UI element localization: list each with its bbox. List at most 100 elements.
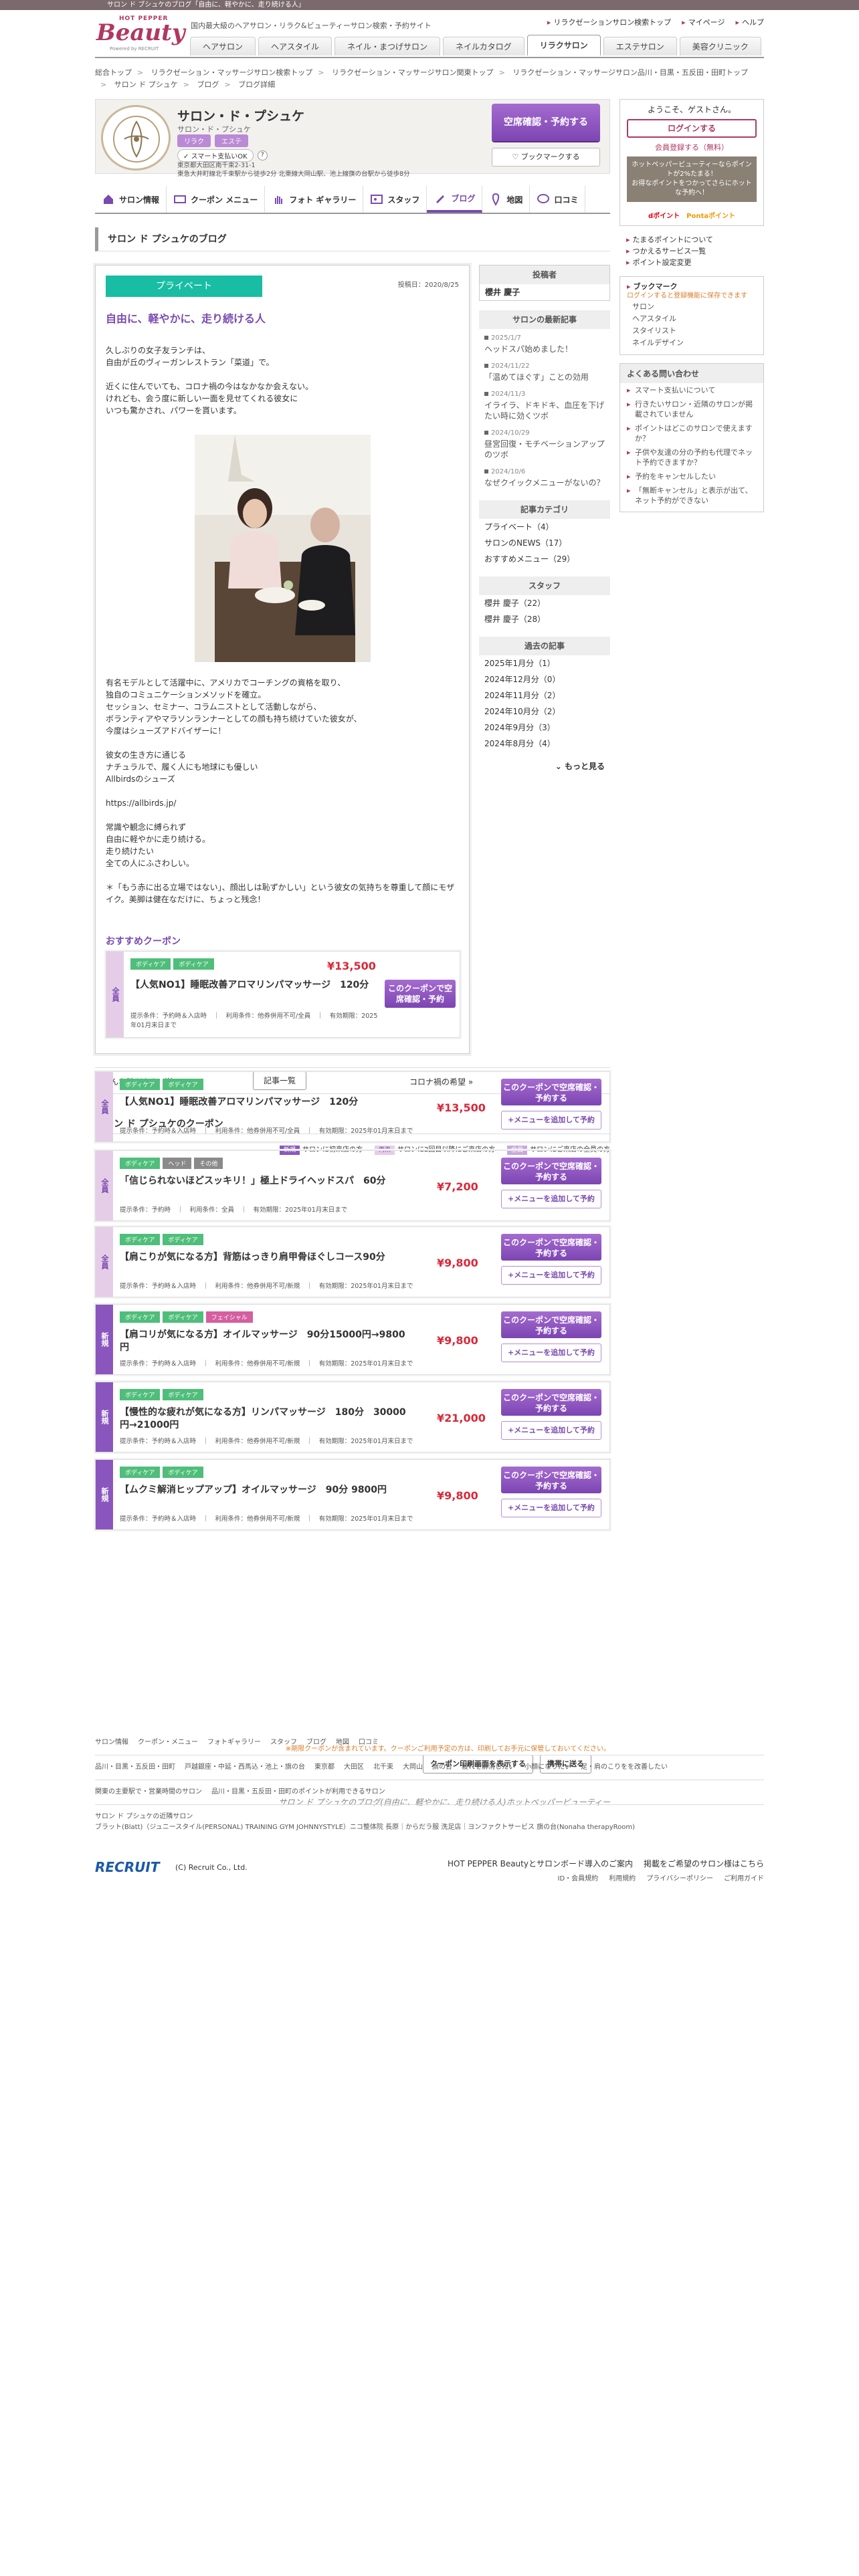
footer-link[interactable]: 戸越銀座・中延・西馬込・池上・旗の台 <box>185 1762 305 1773</box>
footer-link[interactable]: 品川・目黒・五反田・田町のポイントが利用できるサロン <box>211 1787 385 1798</box>
add-menu-button[interactable]: +メニューを追加して予約 <box>501 1421 601 1440</box>
category-link[interactable]: サロンのNEWS（17） <box>479 535 610 551</box>
gnav-relax[interactable]: リラクサロン <box>527 35 601 56</box>
coupon-name[interactable]: 【人気NO1】睡眠改善アロマリンパマッサージ 120分 <box>120 1096 414 1109</box>
footer-link[interactable]: 品川・目黒・五反田・田町 <box>95 1762 175 1773</box>
footer-link[interactable]: スタッフ <box>270 1737 297 1748</box>
coupon-name[interactable]: 【ムクミ解消ヒップアップ】オイルマッサージ 90分 9800円 <box>120 1484 414 1497</box>
breadcrumb-item[interactable]: 総合トップ <box>95 68 132 77</box>
points-link[interactable]: ポイント設定変更 <box>619 257 764 268</box>
bookmark-button[interactable]: ♡ ブックマークする <box>492 148 600 167</box>
footer-link[interactable]: 東京都 <box>314 1762 335 1773</box>
gnav-hair-style[interactable]: ヘアスタイル <box>258 37 332 56</box>
footer-link[interactable]: 大田区 <box>344 1762 364 1773</box>
footer-link[interactable]: 疲れを解消したい <box>462 1762 515 1773</box>
coupon-reserve-button[interactable]: このクーポンで空席確認・予約する <box>501 1234 601 1261</box>
faq-link[interactable]: 「無断キャンセル」と表示が出て、ネット予約ができない <box>620 484 763 508</box>
coupon-reserve-button[interactable]: このクーポンで空席確認・予約する <box>501 1158 601 1184</box>
coupon-reserve-button[interactable]: このクーポンで空席確認・予約する <box>501 1389 601 1416</box>
breadcrumb-item[interactable]: サロン ド プシュケ <box>114 80 178 89</box>
coupon-name[interactable]: 【肩コリが気になる方】オイルマッサージ 90分15000円→9800円 <box>120 1329 414 1354</box>
coupon-name[interactable]: 【人気NO1】睡眠改善アロマリンパマッサージ 120分 <box>130 978 371 992</box>
bookmark-item[interactable]: ネイルデザイン <box>620 337 763 349</box>
faq-link[interactable]: 予約をキャンセルしたい <box>620 469 763 484</box>
header-link-mypage[interactable]: マイページ <box>682 17 725 27</box>
coupon-reserve-button[interactable]: このクーポンで空席確認・予約する <box>501 1311 601 1338</box>
archive-link[interactable]: 2024年11月分（2） <box>479 687 610 704</box>
more-link[interactable]: ⌄ もっと見る <box>479 758 610 774</box>
points-link[interactable]: たまるポイントについて <box>619 234 764 245</box>
header-link-relax-top[interactable]: リラクゼーションサロン検索トップ <box>547 17 671 27</box>
external-link[interactable]: https://allbirds.jp/ <box>106 797 460 809</box>
gnav-hair-salon[interactable]: ヘアサロン <box>190 37 256 56</box>
bookmark-item[interactable]: スタイリスト <box>620 325 763 337</box>
faq-link[interactable]: ポイントはどこのサロンで使えますか？ <box>620 421 763 445</box>
nearby-salons[interactable]: ブラット(Blatt)（ジュニースタイル(PERSONAL) TRAINING … <box>95 1822 764 1833</box>
coupon-name[interactable]: 「信じられないほどスッキリ！」極上ドライヘッドスパ 60分 <box>120 1175 414 1188</box>
staff-link[interactable]: 櫻井 慶子（28） <box>479 611 610 627</box>
breadcrumb-item[interactable]: リラクゼーション・マッサージサロン関東トップ <box>332 68 494 77</box>
gnav-nail-catalog[interactable]: ネイルカタログ <box>443 37 524 56</box>
footer-link[interactable]: 旗の台 <box>432 1762 452 1773</box>
tab-salon-info[interactable]: サロン情報 <box>95 186 167 213</box>
faq-link[interactable]: 子供や友達の分の予約も代理でネット予約できますか？ <box>620 445 763 469</box>
footer-link[interactable]: クーポン・メニュー <box>138 1737 198 1748</box>
tab-coupon-menu[interactable]: クーポン メニュー <box>167 186 266 213</box>
recent-article-link[interactable]: 「温めてほぐす」ことの効用 <box>479 372 610 385</box>
bookmark-item[interactable]: ヘアスタイル <box>620 313 763 325</box>
footer-link[interactable]: 口コミ <box>359 1737 379 1748</box>
coupon-name[interactable]: 【慢性的な疲れが気になる方】リンパマッサージ 180分 30000円→21000… <box>120 1406 414 1432</box>
recent-article-link[interactable]: イライラ、ドキドキ、血圧を下げたい時に効くツボ <box>479 400 610 424</box>
footer-link[interactable]: ブログ <box>306 1737 326 1748</box>
gnav-esthe[interactable]: エステサロン <box>603 37 677 56</box>
category-link[interactable]: おすすめメニュー（29） <box>479 551 610 567</box>
coupon-reserve-button[interactable]: このクーポンで空席確認・予約する <box>501 1467 601 1493</box>
tab-blog[interactable]: ブログ <box>427 186 483 213</box>
archive-link[interactable]: 2024年8月分（4） <box>479 736 610 752</box>
register-link[interactable]: 会員登録する（無料） <box>620 142 763 152</box>
staff-link[interactable]: 櫻井 慶子（22） <box>479 595 610 611</box>
add-menu-button[interactable]: +メニューを追加して予約 <box>501 1344 601 1362</box>
footer-link[interactable]: ID・会員規約 <box>558 1872 599 1883</box>
footer-link[interactable]: ご利用ガイド <box>724 1872 764 1883</box>
tab-photo-gallery[interactable]: フォト ギャラリー <box>265 186 364 213</box>
recent-article-link[interactable]: ヘッドスパ始めました！ <box>479 344 610 357</box>
footer-link[interactable]: 北千束 <box>373 1762 393 1773</box>
tab-reviews[interactable]: 口コミ <box>530 186 586 213</box>
recent-article-link[interactable]: なぜクイックメニューがないの？ <box>479 477 610 491</box>
category-badge[interactable]: プライベート <box>106 276 262 297</box>
footer-link[interactable]: 大岡山 <box>403 1762 423 1773</box>
coupon-reserve-button[interactable]: このクーポンで空席確認・予約 <box>385 980 456 1008</box>
footer-link[interactable]: HOT PEPPER Beautyとサロンボード導入のご案内 <box>448 1858 633 1869</box>
reserve-button[interactable]: 空席確認・予約する <box>492 104 600 141</box>
login-button[interactable]: ログインする <box>627 119 757 138</box>
footer-link[interactable]: 掲載をご希望のサロン様はこちら <box>644 1858 764 1869</box>
add-menu-button[interactable]: +メニューを追加して予約 <box>501 1499 601 1517</box>
footer-link[interactable]: サロン情報 <box>95 1737 128 1748</box>
breadcrumb-item[interactable]: ブログ <box>197 80 219 89</box>
poster-name[interactable]: 櫻井 慶子 <box>480 284 609 300</box>
recruit-logo[interactable]: RECRUIT <box>95 1859 159 1875</box>
help-icon[interactable]: ? <box>257 150 268 160</box>
header-link-help[interactable]: ヘルプ <box>735 17 764 27</box>
archive-link[interactable]: 2025年1月分（1） <box>479 655 610 671</box>
add-menu-button[interactable]: +メニューを追加して予約 <box>501 1266 601 1285</box>
archive-link[interactable]: 2024年12月分（0） <box>479 671 610 687</box>
faq-link[interactable]: 行きたいサロン・近隣のサロンが掲載されていません <box>620 397 763 421</box>
category-link[interactable]: プライベート（4） <box>479 519 610 535</box>
breadcrumb-item[interactable]: リラクゼーション・マッサージサロン検索トップ <box>151 68 313 77</box>
footer-link[interactable]: 小顔になりたい <box>524 1762 571 1773</box>
bookmark-item[interactable]: サロン <box>620 301 763 313</box>
recent-article-link[interactable]: 昼宮回復・モチベーションアップのツボ <box>479 439 610 463</box>
coupon-reserve-button[interactable]: このクーポンで空席確認・予約する <box>501 1079 601 1105</box>
faq-link[interactable]: スマート支払いについて <box>620 383 763 397</box>
breadcrumb-item[interactable]: リラクゼーション・マッサージサロン品川・目黒・五反田・田町トップ <box>512 68 748 77</box>
footer-link[interactable]: 地図 <box>336 1737 349 1748</box>
tab-map[interactable]: 地図 <box>482 186 531 213</box>
points-link[interactable]: つかえるサービス一覧 <box>619 245 764 257</box>
archive-link[interactable]: 2024年9月分（3） <box>479 720 610 736</box>
footer-link[interactable]: フォトギャラリー <box>207 1737 261 1748</box>
footer-link[interactable]: 関東の主要駅で・営業時間のサロン <box>95 1787 202 1798</box>
archive-link[interactable]: 2024年10月分（2） <box>479 704 610 720</box>
site-logo[interactable]: HOT PEPPER Beauty Powered by RECRUIT <box>96 15 185 53</box>
